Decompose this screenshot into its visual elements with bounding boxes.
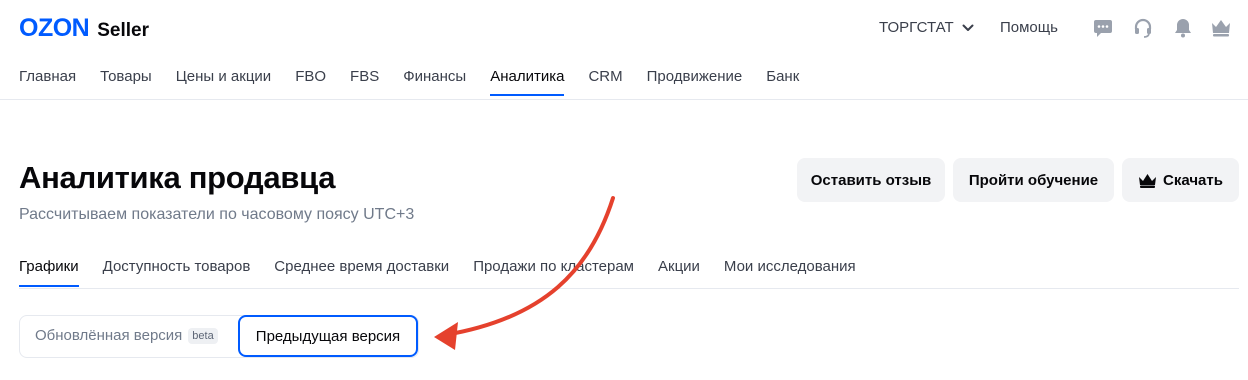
nav-item-products[interactable]: Товары <box>100 68 152 96</box>
beta-badge: beta <box>188 327 218 344</box>
logo-product: Seller <box>97 20 149 41</box>
tab-sales-by-clusters[interactable]: Продажи по кластерам <box>473 258 634 287</box>
nav-item-analytics[interactable]: Аналитика <box>490 68 565 96</box>
previous-version-option[interactable]: Предыдущая версия <box>238 315 418 357</box>
download-button[interactable]: Скачать <box>1122 158 1239 202</box>
chevron-down-icon <box>962 24 974 31</box>
headset-icon[interactable] <box>1131 16 1155 40</box>
updated-version-option[interactable]: Обновлённая версия beta <box>35 327 218 344</box>
crown-icon[interactable] <box>1209 16 1233 40</box>
page-subtitle: Рассчитываем показатели по часовому пояс… <box>19 206 415 223</box>
nav-item-prices[interactable]: Цены и акции <box>176 68 271 96</box>
logo-brand: OZON <box>19 14 90 42</box>
tab-my-research[interactable]: Мои исследования <box>724 258 856 287</box>
nav-divider <box>0 99 1248 100</box>
nav-item-fbs[interactable]: FBS <box>350 68 379 96</box>
take-training-label: Пройти обучение <box>968 171 1099 189</box>
updated-version-label: Обновлённая версия <box>35 327 183 344</box>
nav-item-crm[interactable]: CRM <box>588 68 622 96</box>
analytics-tabs: Графики Доступность товаров Среднее врем… <box>19 258 856 287</box>
nav-item-home[interactable]: Главная <box>19 68 76 96</box>
leave-feedback-button[interactable]: Оставить отзыв <box>797 158 945 202</box>
ozon-seller-logo[interactable]: OZON Seller <box>19 14 149 43</box>
tab-promotions[interactable]: Акции <box>658 258 700 287</box>
nav-item-bank[interactable]: Банк <box>766 68 799 96</box>
tabs-divider <box>19 288 1239 289</box>
nav-item-fbo[interactable]: FBO <box>295 68 326 96</box>
take-training-button[interactable]: Пройти обучение <box>953 158 1114 202</box>
tab-product-availability[interactable]: Доступность товаров <box>103 258 251 287</box>
download-label: Скачать <box>1163 171 1223 189</box>
page-title: Аналитика продавца <box>19 160 336 195</box>
store-switcher[interactable]: ТОРГСТАТ <box>879 19 974 36</box>
crown-icon <box>1139 173 1157 188</box>
previous-version-label: Предыдущая версия <box>255 327 401 345</box>
main-nav: Главная Товары Цены и акции FBO FBS Фина… <box>19 68 799 96</box>
nav-item-finance[interactable]: Финансы <box>403 68 466 96</box>
store-name: ТОРГСТАТ <box>879 19 954 36</box>
tab-charts[interactable]: Графики <box>19 258 79 287</box>
chat-icon[interactable] <box>1091 16 1115 40</box>
bell-icon[interactable] <box>1171 16 1195 40</box>
help-link[interactable]: Помощь <box>1000 19 1058 36</box>
leave-feedback-label: Оставить отзыв <box>810 171 932 189</box>
nav-item-promotion[interactable]: Продвижение <box>647 68 743 96</box>
tab-average-delivery-time[interactable]: Среднее время доставки <box>274 258 449 287</box>
